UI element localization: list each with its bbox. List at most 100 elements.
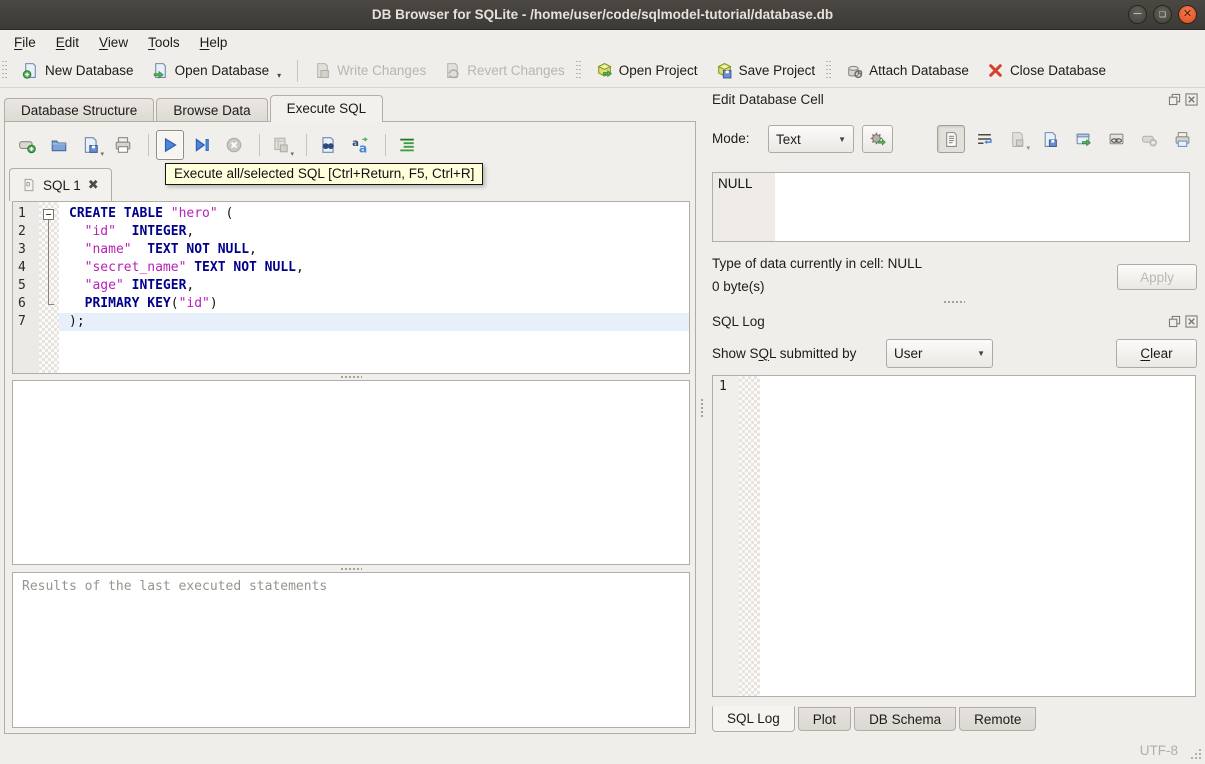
write-changes-label: Write Changes xyxy=(337,63,427,78)
menu-tools[interactable]: Tools xyxy=(138,33,190,52)
new-database-button[interactable]: New Database xyxy=(13,58,143,83)
dock-splitter[interactable] xyxy=(712,299,1196,305)
export-cell-data-button[interactable] xyxy=(1036,125,1064,153)
close-database-button[interactable]: Close Database xyxy=(978,58,1115,83)
label-text: ile xyxy=(22,34,36,50)
sql-log-view[interactable]: 1 xyxy=(712,375,1196,697)
menu-help[interactable]: Help xyxy=(190,33,238,52)
sql-editor-lines: 1 CREATE TABLE "hero" (2 "id" INTEGER, 3 "… xyxy=(13,205,689,331)
fold-marker-icon xyxy=(39,295,59,313)
fold-marker-icon xyxy=(39,277,59,295)
sql-log-filter-combo[interactable]: User ▼ xyxy=(886,339,993,368)
print-sql-button[interactable] xyxy=(109,130,137,160)
sql-document-tab[interactable]: SQL 1 ✖ xyxy=(9,168,112,201)
line-number: 6 xyxy=(18,296,26,311)
tab-sql-log[interactable]: SQL Log xyxy=(712,706,795,732)
replace-button[interactable]: a a xyxy=(346,130,374,160)
save-sql-file-button[interactable]: ▾ xyxy=(77,130,105,160)
link-icon xyxy=(1109,133,1123,144)
set-null-button[interactable] xyxy=(1135,125,1163,153)
tab-execute-sql[interactable]: Execute SQL xyxy=(269,95,384,122)
float-icon[interactable] xyxy=(1168,315,1181,328)
close-icon[interactable] xyxy=(1185,93,1198,106)
main-vertical-splitter[interactable] xyxy=(698,388,705,428)
open-database-dropdown-icon[interactable]: ▾ xyxy=(277,71,281,80)
write-changes-button[interactable]: Write Changes xyxy=(305,58,435,83)
encoding-indicator: UTF-8 xyxy=(1139,743,1178,758)
cell-value: NULL xyxy=(718,176,753,191)
line-number: 3 xyxy=(18,242,26,257)
resize-grip[interactable] xyxy=(1190,748,1202,760)
copy-url-button[interactable] xyxy=(1102,125,1130,153)
toolbar-drag-handle[interactable] xyxy=(826,60,833,81)
format-sql-button[interactable] xyxy=(393,130,421,160)
import-dropdown-icon: ▾ xyxy=(1026,145,1030,152)
results-message[interactable]: Results of the last executed statements xyxy=(12,572,690,728)
app-window: DB Browser for SQLite - /home/user/code/… xyxy=(0,0,1205,764)
save-project-button[interactable]: Save Project xyxy=(707,58,825,83)
word-wrap-button[interactable] xyxy=(970,125,998,153)
menu-file[interactable]: File xyxy=(4,33,46,52)
new-sql-tab-button[interactable] xyxy=(13,130,41,160)
open-database-label: Open Database xyxy=(174,63,270,78)
code-text: CREATE TABLE "hero" ( xyxy=(69,206,234,221)
results-table[interactable] xyxy=(12,380,690,565)
sql-log-filter-value: User xyxy=(894,346,923,361)
sql-log-window-buttons xyxy=(1168,315,1198,328)
toolbar-drag-handle[interactable] xyxy=(575,60,582,81)
menu-edit[interactable]: Edit xyxy=(46,33,89,52)
text-mode-button[interactable] xyxy=(937,125,965,153)
cell-size-info: 0 byte(s) xyxy=(712,279,765,294)
mode-combo[interactable]: Text ▼ xyxy=(768,125,854,153)
splitter-handle-icon xyxy=(700,398,703,418)
execute-all-button[interactable] xyxy=(156,130,184,160)
apply-button[interactable]: Apply xyxy=(1117,264,1197,290)
find-button[interactable] xyxy=(314,130,342,160)
print-cell-button[interactable] xyxy=(1168,125,1196,153)
save-sql-dropdown-icon: ▾ xyxy=(100,151,104,158)
cell-value-editor[interactable]: NULL xyxy=(712,172,1190,242)
float-icon[interactable] xyxy=(1168,93,1181,106)
open-database-button[interactable]: Open Database ▾ xyxy=(143,57,291,84)
label-mnemonic: E xyxy=(55,34,65,50)
attach-database-button[interactable]: Attach Database xyxy=(837,58,978,83)
auto-switch-mode-button[interactable] xyxy=(862,125,893,153)
open-project-button[interactable]: Open Project xyxy=(587,58,707,83)
open-sql-file-button[interactable] xyxy=(45,130,73,160)
code-line: 1 CREATE TABLE "hero" ( xyxy=(13,205,689,223)
minimize-icon[interactable]: ─ xyxy=(1128,5,1147,24)
new-database-icon xyxy=(22,63,36,79)
import-cell-data-button[interactable]: ▾ xyxy=(1003,125,1031,153)
chevron-down-icon: ▼ xyxy=(977,349,985,358)
title-bar[interactable]: DB Browser for SQLite - /home/user/code/… xyxy=(0,0,1205,30)
execute-all-icon xyxy=(164,137,177,153)
close-icon[interactable] xyxy=(1185,315,1198,328)
label-mnemonic: Q xyxy=(758,346,770,361)
edit-cell-window-buttons xyxy=(1168,93,1198,106)
sql-toolbar: ▾ ▾ a a xyxy=(13,127,425,163)
toolbar-drag-handle[interactable] xyxy=(2,60,8,81)
sql-editor[interactable]: 1 CREATE TABLE "hero" (2 "id" INTEGER, 3 "… xyxy=(12,201,690,374)
menu-view[interactable]: View xyxy=(89,33,138,52)
tab-database-structure[interactable]: Database Structure xyxy=(4,98,155,122)
tab-browse-data[interactable]: Browse Data xyxy=(156,98,268,122)
code-text: "age" INTEGER, xyxy=(84,278,195,293)
execute-line-button[interactable] xyxy=(188,130,216,160)
maximize-icon[interactable]: ❏ xyxy=(1153,5,1172,24)
close-icon[interactable]: ✕ xyxy=(1178,5,1197,24)
tab-db-schema[interactable]: DB Schema xyxy=(854,707,957,731)
word-wrap-icon xyxy=(977,133,992,144)
clear-log-button[interactable]: Clear xyxy=(1116,339,1197,368)
open-project-icon xyxy=(597,62,612,78)
sql-tab-close-icon[interactable]: ✖ xyxy=(88,177,99,193)
sql-log-title: SQL Log xyxy=(712,314,765,329)
open-external-button[interactable] xyxy=(1069,125,1097,153)
import-icon xyxy=(1011,131,1023,147)
stop-button[interactable] xyxy=(220,130,248,160)
tab-remote[interactable]: Remote xyxy=(959,707,1037,731)
save-results-button[interactable]: ▾ xyxy=(267,130,295,160)
fold-marker-icon[interactable] xyxy=(39,205,59,223)
fold-marker-icon xyxy=(39,223,59,241)
revert-changes-button[interactable]: Revert Changes xyxy=(435,58,574,83)
tab-plot[interactable]: Plot xyxy=(797,707,852,731)
